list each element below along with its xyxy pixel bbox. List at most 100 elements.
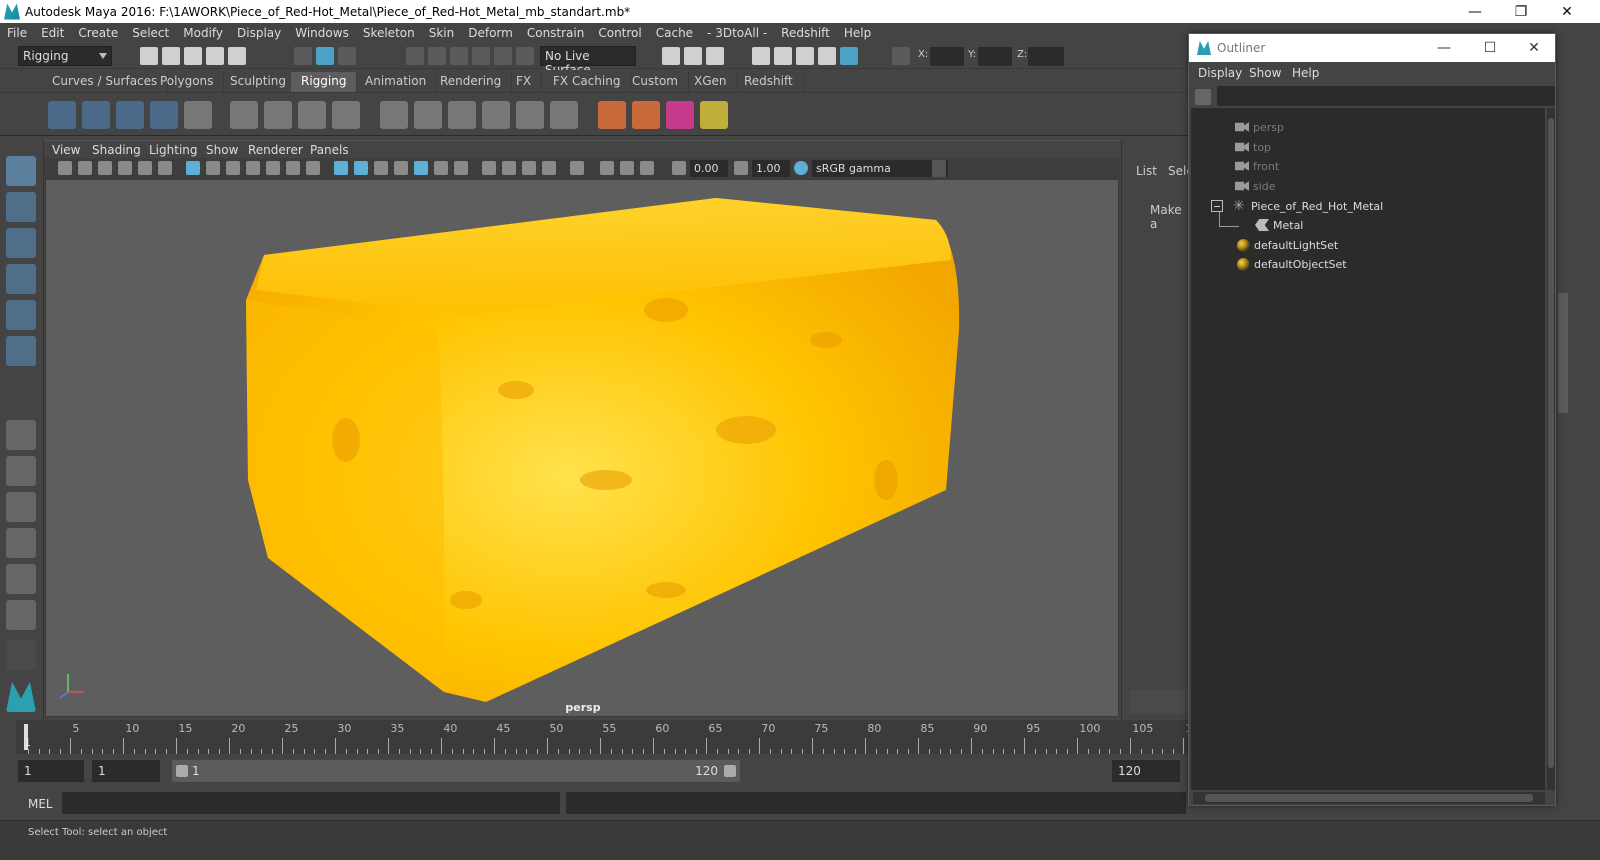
grease-pencil-icon[interactable] — [158, 161, 172, 175]
playback-start-field[interactable]: 1 — [92, 760, 160, 782]
paint-select-icon[interactable] — [6, 228, 36, 258]
live-surface-field[interactable]: No Live Surface — [540, 46, 636, 77]
outliner-item-persp[interactable]: persp — [1235, 118, 1284, 136]
motion-blur-icon[interactable] — [502, 161, 516, 175]
redo-icon[interactable] — [228, 47, 246, 65]
vp-menu-view[interactable]: View — [52, 143, 80, 157]
field-chart-icon[interactable] — [266, 161, 280, 175]
scrollbar-thumb[interactable] — [1548, 118, 1554, 768]
tab-polygons[interactable]: Polygons — [150, 72, 225, 92]
menu-cache[interactable]: Cache — [649, 26, 700, 40]
menu-constrain[interactable]: Constrain — [520, 26, 592, 40]
xray-icon[interactable] — [394, 161, 408, 175]
render-view-icon[interactable] — [752, 47, 770, 65]
snap-curve-icon[interactable] — [428, 47, 446, 65]
point-constraint-icon[interactable] — [482, 101, 510, 129]
wireframe-icon[interactable] — [334, 161, 348, 175]
xray-joints-icon[interactable] — [600, 161, 614, 175]
tab-animation[interactable]: Animation — [355, 72, 438, 92]
outliner-menu-show[interactable]: Show — [1249, 66, 1281, 80]
parent-constraint-icon[interactable] — [448, 101, 476, 129]
outliner-item-front[interactable]: front — [1235, 157, 1279, 175]
use-all-lights-icon[interactable] — [434, 161, 448, 175]
hypershade-layout-icon[interactable] — [6, 564, 36, 594]
outliner-layout-icon[interactable] — [6, 492, 36, 522]
outliner-menu-help[interactable]: Help — [1292, 66, 1319, 80]
dock-tab[interactable] — [1558, 293, 1568, 413]
z-field[interactable] — [1028, 47, 1064, 66]
construction-history-icon[interactable] — [706, 47, 724, 65]
outliner-item-top[interactable]: top — [1235, 138, 1271, 156]
magnet-icon[interactable] — [516, 47, 534, 65]
ambient-occlusion-icon[interactable] — [482, 161, 496, 175]
set-driven-key-icon[interactable] — [632, 101, 660, 129]
character-set-icon[interactable] — [700, 101, 728, 129]
film-gate-icon[interactable] — [206, 161, 220, 175]
shadows-icon[interactable] — [454, 161, 468, 175]
new-scene-icon[interactable] — [140, 47, 158, 65]
ik-handle-icon[interactable] — [380, 101, 408, 129]
layout-more-icon[interactable] — [6, 640, 36, 670]
outliner-menu-display[interactable]: Display — [1198, 66, 1242, 80]
move-tool-icon[interactable] — [6, 264, 36, 294]
snap-grid-icon[interactable] — [406, 47, 424, 65]
outliner-item-default-light-set[interactable]: defaultLightSet — [1237, 236, 1338, 254]
snap-point-icon[interactable] — [450, 47, 468, 65]
vp-menu-shading[interactable]: Shading — [92, 143, 141, 157]
orient-constraint-icon[interactable] — [516, 101, 544, 129]
lattice-icon[interactable] — [298, 101, 326, 129]
safe-title-icon[interactable] — [306, 161, 320, 175]
bookmark-icon[interactable] — [98, 161, 112, 175]
xray-active-icon[interactable] — [620, 161, 634, 175]
menu-edit[interactable]: Edit — [34, 26, 71, 40]
menu-modify[interactable]: Modify — [176, 26, 230, 40]
tab-sculpting[interactable]: Sculpting — [220, 72, 298, 92]
safe-action-icon[interactable] — [286, 161, 300, 175]
smooth-shade-icon[interactable] — [354, 161, 368, 175]
perspective-viewport[interactable]: persp — [45, 179, 1119, 717]
menu-3dtoall[interactable]: - 3DtoAll - — [700, 26, 774, 40]
wireframe-on-shaded-icon[interactable] — [374, 161, 388, 175]
collapse-icon[interactable] — [1211, 200, 1223, 212]
outliner-close-button[interactable]: ✕ — [1511, 34, 1557, 62]
end-time-field[interactable]: 120 — [1112, 760, 1180, 782]
tab-rigging[interactable]: Rigging — [291, 72, 358, 92]
anti-aliasing-icon[interactable] — [522, 161, 536, 175]
select-component-icon[interactable] — [338, 47, 356, 65]
undo-icon[interactable] — [206, 47, 224, 65]
mel-label[interactable]: MEL — [28, 797, 53, 811]
menu-file[interactable]: File — [0, 26, 34, 40]
save-scene-icon[interactable] — [184, 47, 202, 65]
vp-menu-lighting[interactable]: Lighting — [149, 143, 198, 157]
tab-fx[interactable]: FX — [506, 72, 543, 92]
ik-spline-icon[interactable] — [414, 101, 442, 129]
select-object-icon[interactable] — [316, 47, 334, 65]
outliner-vertical-scrollbar[interactable] — [1547, 108, 1555, 790]
menu-control[interactable]: Control — [591, 26, 648, 40]
x-field[interactable] — [930, 47, 964, 66]
tab-redshift[interactable]: Redshift — [734, 72, 804, 92]
open-scene-icon[interactable] — [162, 47, 180, 65]
time-slider[interactable]: 1 5 10 15 20 25 30 35 40 45 50 55 60 65 70 75 80 85 90 95 1… — [16, 720, 1199, 754]
scale-tool-icon[interactable] — [6, 336, 36, 366]
range-end-handle[interactable] — [724, 765, 736, 777]
tab-custom[interactable]: Custom — [622, 72, 689, 92]
resolution-gate-icon[interactable] — [226, 161, 240, 175]
menu-select[interactable]: Select — [125, 26, 176, 40]
menu-help[interactable]: Help — [837, 26, 878, 40]
outliner-maximize-button[interactable]: ☐ — [1467, 34, 1513, 62]
y-field[interactable] — [978, 47, 1012, 66]
command-input[interactable] — [62, 792, 560, 814]
gamma-field[interactable]: 1.00 — [752, 160, 790, 177]
insert-joint-icon[interactable] — [82, 101, 110, 129]
input-ops-icon[interactable] — [662, 47, 680, 65]
render-settings-icon[interactable] — [818, 47, 836, 65]
menu-create[interactable]: Create — [71, 26, 125, 40]
tab-fx-caching[interactable]: FX Caching — [543, 72, 632, 92]
vp-menu-panels[interactable]: Panels — [310, 143, 349, 157]
lasso-tool-icon[interactable] — [6, 192, 36, 222]
color-management-icon[interactable] — [794, 161, 808, 175]
outliner-search-input[interactable] — [1217, 86, 1555, 106]
render-frame-icon[interactable] — [774, 47, 792, 65]
aim-constraint-icon[interactable] — [550, 101, 578, 129]
